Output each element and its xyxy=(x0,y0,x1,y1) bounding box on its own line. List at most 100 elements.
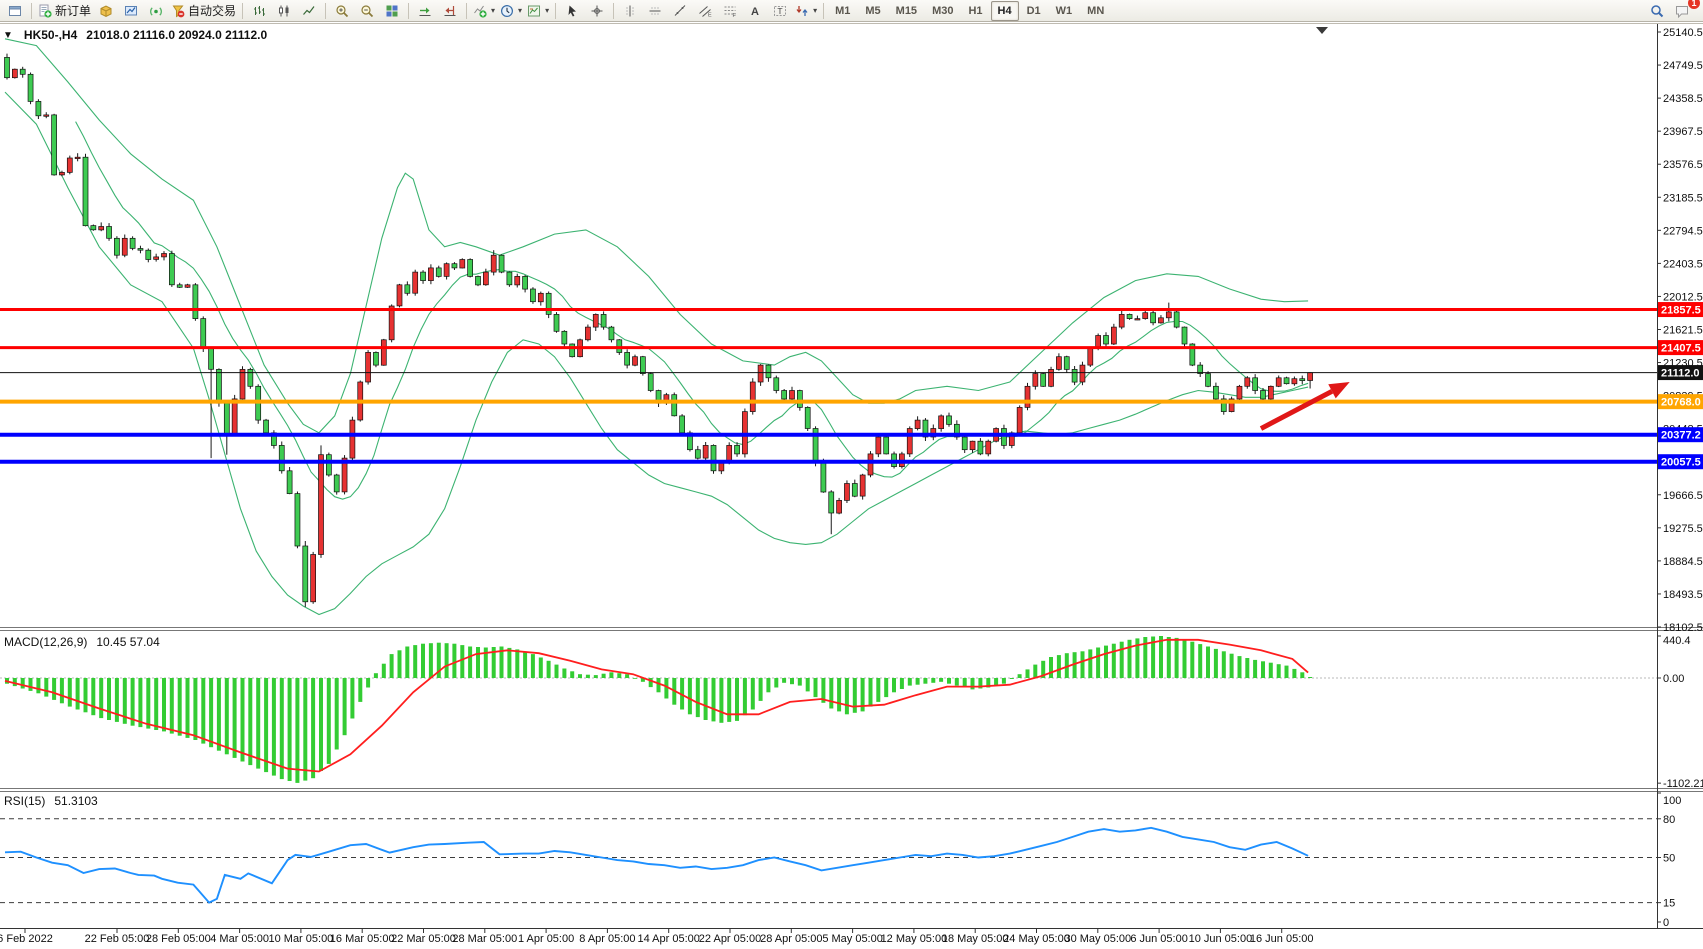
quotes-icon xyxy=(100,4,112,17)
svg-text:19666.5: 19666.5 xyxy=(1663,490,1703,502)
search-icon xyxy=(1651,4,1664,17)
trendline-icon xyxy=(674,4,686,16)
chat-button[interactable]: 1 xyxy=(1670,0,1700,21)
svg-text:80: 80 xyxy=(1663,814,1675,826)
svg-text:20377.2: 20377.2 xyxy=(1661,430,1701,442)
svg-text:6 Jun 05:00: 6 Jun 05:00 xyxy=(1130,933,1188,945)
bars-icon xyxy=(254,5,266,16)
svg-text:4 Mar 05:00: 4 Mar 05:00 xyxy=(210,933,269,945)
fibonacci-button[interactable]: F xyxy=(718,1,742,21)
tile-icon xyxy=(386,5,398,16)
cursor-button[interactable] xyxy=(560,1,584,21)
timeframe-w1-button[interactable]: W1 xyxy=(1049,1,1080,21)
autotrade-button[interactable]: 自动交易 xyxy=(169,1,238,21)
search-button[interactable] xyxy=(1645,1,1669,21)
svg-text:28 Mar 05:00: 28 Mar 05:00 xyxy=(452,933,517,945)
timeframe-d1-button[interactable]: D1 xyxy=(1020,1,1048,21)
vline-icon xyxy=(626,5,635,16)
svg-text:0: 0 xyxy=(1663,917,1669,929)
zoom-out-icon xyxy=(361,4,374,17)
svg-text:0.00: 0.00 xyxy=(1663,673,1684,685)
hline-icon xyxy=(649,6,661,15)
text-label-icon: T xyxy=(774,5,787,16)
svg-text:15: 15 xyxy=(1663,898,1675,910)
bar-chart-button[interactable] xyxy=(247,1,271,21)
arrows-icon xyxy=(796,5,808,16)
template-icon xyxy=(528,5,541,16)
auto-scroll-button[interactable] xyxy=(413,1,437,21)
svg-text:F: F xyxy=(733,13,737,18)
timeframe-h1-button[interactable]: H1 xyxy=(961,1,989,21)
market-watch-button[interactable] xyxy=(94,1,118,21)
svg-text:14 Apr 05:00: 14 Apr 05:00 xyxy=(638,933,700,945)
svg-text:22794.5: 22794.5 xyxy=(1663,225,1703,237)
vertical-line-button[interactable] xyxy=(618,1,642,21)
timeframe-h4-button[interactable]: H4 xyxy=(990,0,1019,21)
candlestick-chart-button[interactable] xyxy=(272,1,296,21)
new-order-button[interactable]: 新订单 xyxy=(36,1,93,21)
svg-text:21407.5: 21407.5 xyxy=(1661,343,1701,355)
signal-icon xyxy=(150,6,162,16)
toolbar-separator xyxy=(466,2,468,19)
autotrade-icon xyxy=(172,5,185,17)
timeframe-m1-button[interactable]: M1 xyxy=(828,1,857,21)
svg-text:23967.5: 23967.5 xyxy=(1663,126,1703,138)
chart-shift-button[interactable] xyxy=(438,1,462,21)
window-icon xyxy=(9,5,21,16)
zoom-out-button[interactable] xyxy=(355,1,379,21)
svg-text:21857.5: 21857.5 xyxy=(1661,305,1701,317)
periods-button[interactable]: ▾ xyxy=(498,1,524,21)
svg-text:21112.0: 21112.0 xyxy=(1661,368,1700,380)
svg-text:21621.5: 21621.5 xyxy=(1663,324,1703,336)
tile-windows-button[interactable] xyxy=(380,1,404,21)
svg-text:24358.5: 24358.5 xyxy=(1663,93,1703,105)
svg-text:25140.5: 25140.5 xyxy=(1663,27,1703,39)
toolbar-separator xyxy=(613,2,615,19)
svg-text:28 Apr 05:00: 28 Apr 05:00 xyxy=(760,933,822,945)
indicators-button[interactable]: ▾ xyxy=(471,1,497,21)
new-order-icon xyxy=(39,4,52,18)
text-button[interactable]: A xyxy=(743,1,767,21)
timeframe-m15-button[interactable]: M15 xyxy=(889,1,924,21)
svg-text:12 May 05:00: 12 May 05:00 xyxy=(881,933,948,945)
svg-text:50: 50 xyxy=(1663,853,1675,865)
zoom-in-button[interactable] xyxy=(330,1,354,21)
svg-text:E: E xyxy=(708,12,712,18)
svg-text:19275.5: 19275.5 xyxy=(1663,523,1703,535)
candles-icon xyxy=(279,5,289,16)
svg-text:18884.5: 18884.5 xyxy=(1663,556,1703,568)
line-chart-button[interactable] xyxy=(297,1,321,21)
channel-icon: E xyxy=(699,5,712,18)
signals-button[interactable] xyxy=(144,1,168,21)
clock-icon xyxy=(501,4,514,17)
toolbar: 新订单 自动交易 ▾ ▾ ▾ E F A T ▾ M1 M5 M15 M30 H1 H4 D1 W1 MN 1 xyxy=(0,0,1703,22)
crosshair-button[interactable] xyxy=(585,1,609,21)
chart-canvas[interactable]: 25140.5 24749.5 24358.5 23967.5 23576.5 23185… xyxy=(0,22,1703,949)
svg-text:22 Feb 05:00: 22 Feb 05:00 xyxy=(85,933,150,945)
timeframe-m30-button[interactable]: M30 xyxy=(925,1,960,21)
crosshair-icon xyxy=(591,5,603,16)
mt4-window: 新订单 自动交易 ▾ ▾ ▾ E F A T ▾ M1 M5 M15 M30 H1 H4 D1 W1 MN 1 251… xyxy=(0,0,1703,949)
svg-text:6 Feb 2022: 6 Feb 2022 xyxy=(0,933,53,945)
data-window-button[interactable] xyxy=(119,1,143,21)
svg-text:1 Apr 05:00: 1 Apr 05:00 xyxy=(518,933,574,945)
svg-text:8 Apr 05:00: 8 Apr 05:00 xyxy=(579,933,635,945)
chat-icon xyxy=(1676,5,1688,18)
timeframe-mn-button[interactable]: MN xyxy=(1080,1,1111,21)
horizontal-line-button[interactable] xyxy=(643,1,667,21)
text-label-button[interactable]: T xyxy=(768,1,792,21)
trendline-button[interactable] xyxy=(668,1,692,21)
chart-window-button[interactable] xyxy=(3,1,27,21)
svg-text:16 Jun 05:00: 16 Jun 05:00 xyxy=(1250,933,1314,945)
svg-text:-1102.21: -1102.21 xyxy=(1663,778,1703,790)
toolbar-separator xyxy=(408,2,410,19)
equidistant-channel-button[interactable]: E xyxy=(693,1,717,21)
text-a-icon: A xyxy=(751,6,759,18)
templates-button[interactable]: ▾ xyxy=(525,1,551,21)
svg-text:30 May 05:00: 30 May 05:00 xyxy=(1064,933,1131,945)
arrows-button[interactable]: ▾ xyxy=(793,1,819,21)
svg-text:100: 100 xyxy=(1663,795,1681,807)
timeframe-m5-button[interactable]: M5 xyxy=(858,1,887,21)
svg-text:A: A xyxy=(751,6,759,18)
fibo-icon: F xyxy=(724,6,737,18)
